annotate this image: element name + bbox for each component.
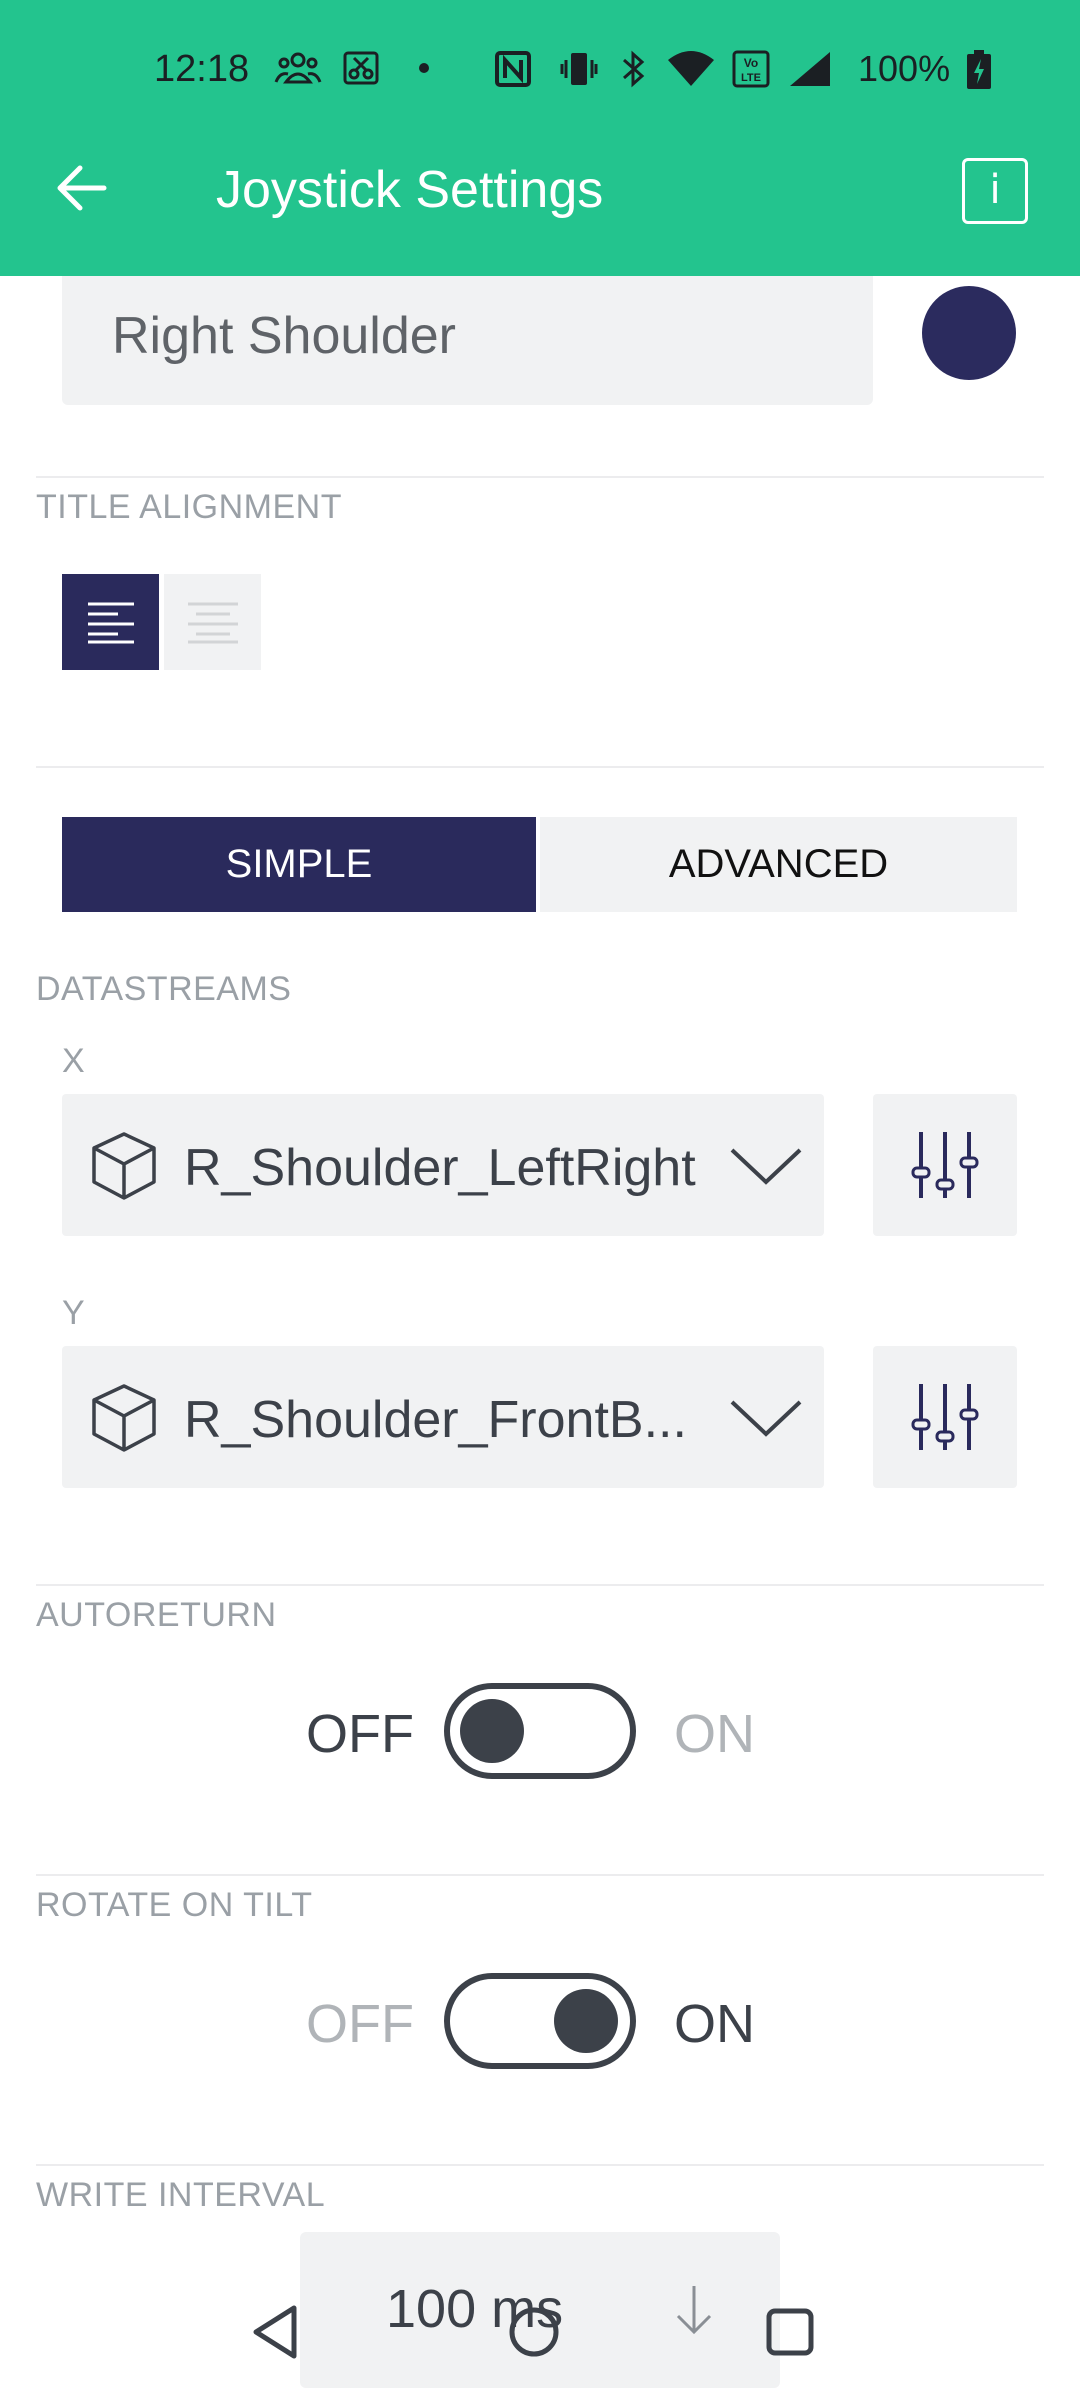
switch-knob	[554, 1989, 618, 2053]
nav-back-icon[interactable]	[248, 2302, 302, 2362]
x-datastream-value: R_Shoulder_LeftRight	[184, 1139, 696, 1197]
x-datastream-select[interactable]: R_Shoulder_LeftRight	[62, 1094, 824, 1236]
screenshot-icon	[343, 51, 379, 85]
autoreturn-toggle-row: OFF ON	[0, 1683, 1080, 1783]
divider	[36, 766, 1044, 768]
y-axis-label: Y	[62, 1294, 85, 1332]
divider	[36, 2164, 1044, 2166]
sliders-icon	[911, 1384, 979, 1450]
mode-simple-tab[interactable]: SIMPLE	[62, 817, 536, 912]
autoreturn-off-label: OFF	[306, 1704, 414, 1764]
battery-percent: 100%	[858, 48, 951, 89]
divider	[36, 476, 1044, 478]
rotate-on-tilt-label: ROTATE ON TILT	[36, 1886, 313, 1924]
bluetooth-icon	[623, 50, 645, 88]
rotate-on-tilt-switch[interactable]	[444, 1973, 636, 2069]
notification-dot-icon	[419, 63, 429, 73]
signal-icon	[790, 52, 830, 86]
divider	[36, 1874, 1044, 1876]
autoreturn-switch[interactable]	[444, 1683, 636, 1779]
chevron-down-icon	[730, 1400, 802, 1437]
align-left-button[interactable]	[62, 574, 159, 670]
battery-charging-icon	[967, 50, 991, 89]
rotate-on-tilt-on-label: ON	[674, 1994, 755, 2054]
nfc-icon	[495, 51, 531, 87]
cube-icon	[92, 1132, 156, 1200]
widget-color-picker[interactable]	[922, 286, 1016, 380]
vibrate-icon	[560, 53, 598, 85]
y-datastream-settings-button[interactable]	[873, 1346, 1017, 1488]
status-bar: 12:18 Vo LTE 100%	[0, 0, 1080, 140]
mode-advanced-tab[interactable]: ADVANCED	[540, 817, 1017, 912]
widget-name-field[interactable]: Right Shoulder	[62, 264, 873, 405]
y-datastream-select[interactable]: R_Shoulder_FrontB...	[62, 1346, 824, 1488]
nav-home-icon[interactable]	[506, 2304, 562, 2360]
y-datastream-value: R_Shoulder_FrontB...	[184, 1391, 687, 1449]
autoreturn-label: AUTORETURN	[36, 1596, 277, 1634]
align-left-icon	[88, 602, 134, 644]
arrow-down-icon	[676, 2286, 712, 2335]
status-time: 12:18	[154, 48, 250, 90]
rotate-on-tilt-toggle-row: OFF ON	[0, 1973, 1080, 2073]
svg-text:LTE: LTE	[741, 72, 761, 84]
datastreams-label: DATASTREAMS	[36, 970, 292, 1008]
cube-icon	[92, 1384, 156, 1452]
sliders-icon	[911, 1132, 979, 1198]
wifi-icon	[668, 51, 714, 86]
volte-icon: Vo LTE	[732, 50, 770, 88]
page-title: Joystick Settings	[216, 161, 604, 219]
back-arrow-icon[interactable]	[52, 158, 112, 218]
x-datastream-settings-button[interactable]	[873, 1094, 1017, 1236]
nav-recents-icon[interactable]	[764, 2306, 816, 2358]
autoreturn-on-label: ON	[674, 1704, 755, 1764]
widget-name-value: Right Shoulder	[112, 307, 456, 365]
rotate-on-tilt-off-label: OFF	[306, 1994, 414, 2054]
svg-text:Vo: Vo	[744, 56, 758, 70]
info-button[interactable]: i	[962, 158, 1028, 224]
x-axis-label: X	[62, 1042, 85, 1080]
write-interval-label: WRITE INTERVAL	[36, 2176, 326, 2214]
divider	[36, 1584, 1044, 1586]
app-bar: 12:18 Vo LTE 100% Joystick Settings i	[0, 0, 1080, 276]
people-icon	[274, 52, 322, 84]
switch-knob	[460, 1699, 524, 1763]
title-alignment-label: TITLE ALIGNMENT	[36, 488, 342, 526]
chevron-down-icon	[730, 1148, 802, 1185]
align-center-icon	[188, 602, 238, 644]
align-center-button[interactable]	[164, 574, 261, 670]
